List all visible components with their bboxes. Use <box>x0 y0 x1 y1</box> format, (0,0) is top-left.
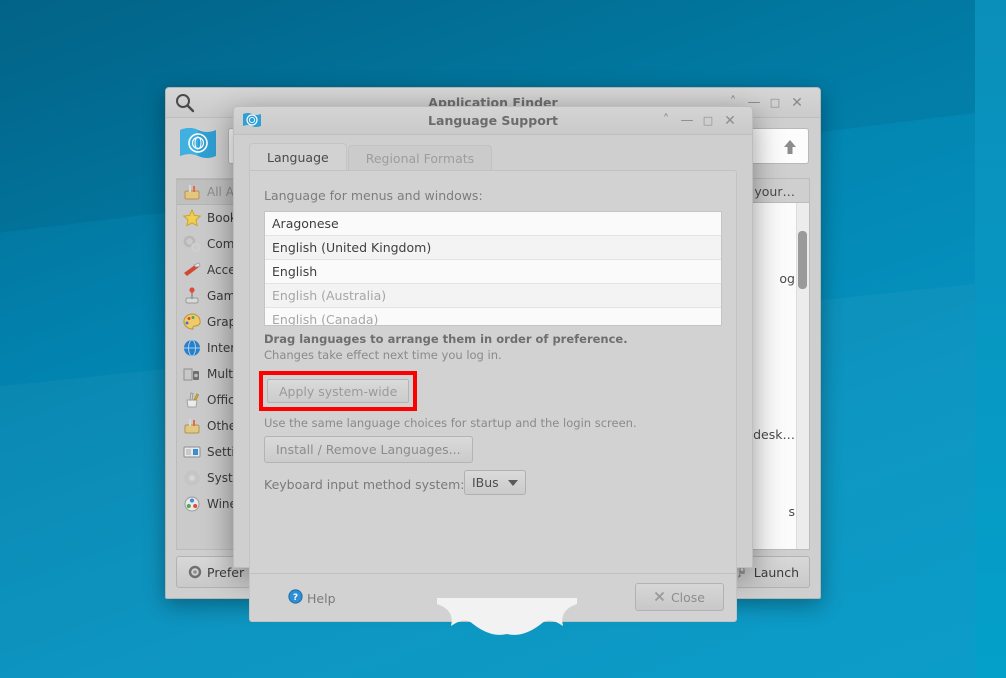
language-flag-icon <box>177 126 219 166</box>
palette-icon <box>182 312 202 332</box>
gear-icon <box>187 564 203 580</box>
keyboard-input-method-select[interactable]: IBus <box>464 470 526 495</box>
language-support-dialog[interactable]: Language Support ˄ — □ ✕ Language Region… <box>233 106 753 622</box>
maximize-icon[interactable]: □ <box>699 112 717 130</box>
maximize-icon[interactable]: □ <box>766 94 784 112</box>
dialog-tabs[interactable]: Language Regional Formats <box>249 143 493 171</box>
list-item[interactable]: English <box>265 260 721 284</box>
svg-text:?: ? <box>293 593 298 603</box>
list-item[interactable]: og <box>779 271 795 286</box>
close-icon[interactable]: ✕ <box>788 94 806 112</box>
help-button-label: Help <box>307 590 336 606</box>
list-item[interactable]: English (Canada) <box>265 308 721 325</box>
desktop-right-strip <box>975 0 1006 678</box>
same-language-choices-hint: Use the same language choices for startu… <box>264 416 637 430</box>
language-list-label: Language for menus and windows: <box>264 188 483 203</box>
minimize-icon[interactable]: — <box>678 112 696 130</box>
changes-take-effect-hint: Changes take effect next time you log in… <box>264 348 502 362</box>
list-item[interactable]: s <box>788 504 795 519</box>
basket-icon <box>182 416 202 436</box>
apply-system-wide-button[interactable]: Apply system-wide <box>267 379 410 403</box>
close-icon[interactable]: ✕ <box>721 112 739 130</box>
chevron-down-icon <box>507 479 518 486</box>
star-icon <box>182 208 202 228</box>
tab-language[interactable]: Language <box>249 143 347 171</box>
knife-icon <box>182 260 202 280</box>
list-item[interactable]: English (Australia) <box>265 284 721 308</box>
gears-icon <box>182 234 202 254</box>
cog-icon <box>182 468 202 488</box>
dialog-titlebar[interactable]: Language Support ˄ — □ ✕ <box>234 107 752 135</box>
close-button-label: Close <box>670 589 705 605</box>
keyboard-input-method-value: IBus <box>472 475 499 490</box>
list-item[interactable]: English (United Kingdom) <box>265 236 721 260</box>
close-x-icon <box>654 590 665 605</box>
globe-icon <box>182 338 202 358</box>
pencil-cup-icon <box>182 390 202 410</box>
shade-icon[interactable]: ˄ <box>657 112 675 130</box>
settings-icon <box>182 442 202 462</box>
language-tab-panel: Language for menus and windows: Aragones… <box>249 170 737 622</box>
arrow-up-icon[interactable] <box>782 138 798 156</box>
joystick-icon <box>182 286 202 306</box>
launch-button-label: Launch <box>753 564 799 580</box>
dialog-separator <box>250 573 736 574</box>
keyboard-input-method-label: Keyboard input method system: <box>264 477 465 492</box>
wine-icon <box>182 494 202 514</box>
scrollbar[interactable] <box>796 203 809 549</box>
help-button[interactable]: ? Help <box>288 589 336 607</box>
basket-icon <box>182 182 202 202</box>
tab-regional-formats[interactable]: Regional Formats <box>347 145 493 171</box>
media-icon <box>182 364 202 384</box>
drag-languages-hint: Drag languages to arrange them in order … <box>264 332 628 346</box>
list-item[interactable]: l desk… <box>746 427 795 442</box>
install-remove-languages-button[interactable]: Install / Remove Languages... <box>264 436 473 463</box>
language-list[interactable]: Aragonese English (United Kingdom) Engli… <box>264 211 722 326</box>
desktop-background: Application Finder ˄ — □ ✕ All Games Int… <box>0 0 1006 678</box>
apply-system-wide-highlight: Apply system-wide <box>259 371 418 411</box>
close-button[interactable]: Close <box>634 583 724 611</box>
list-item[interactable]: Aragonese <box>265 212 721 236</box>
scrollbar-thumb[interactable] <box>798 231 807 289</box>
help-circle-icon: ? <box>288 589 303 607</box>
ribbon-decoration <box>437 598 577 638</box>
